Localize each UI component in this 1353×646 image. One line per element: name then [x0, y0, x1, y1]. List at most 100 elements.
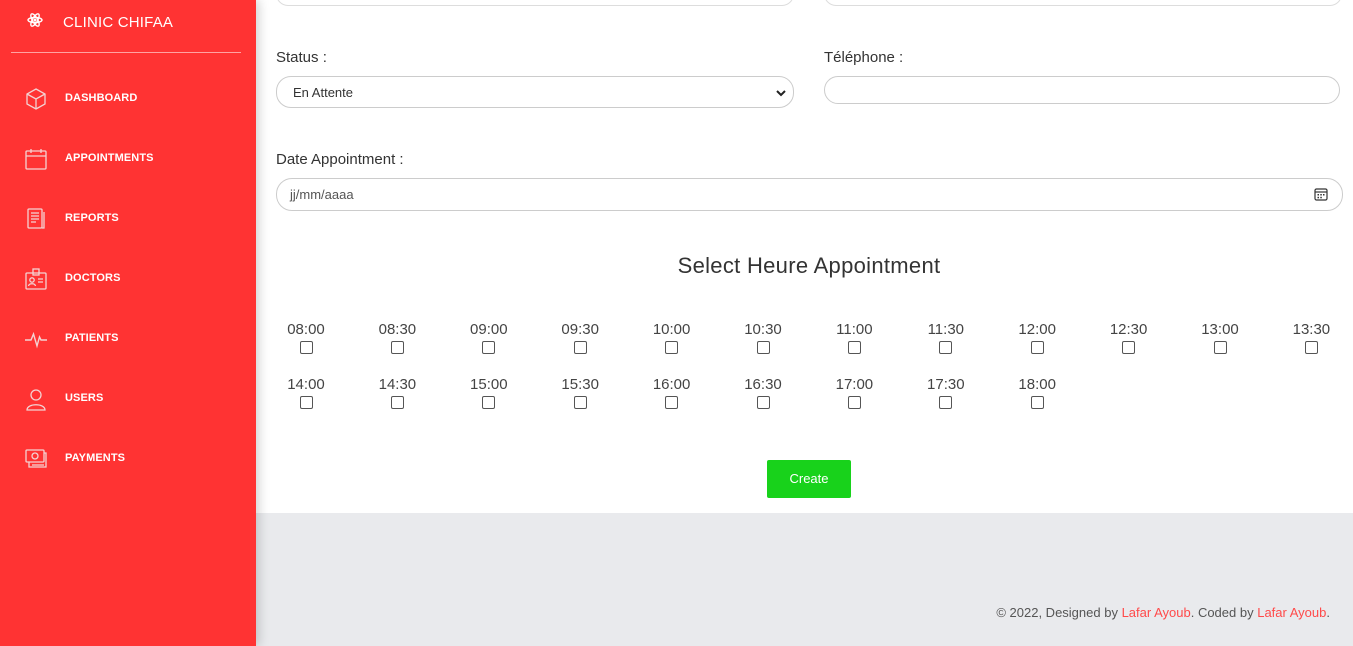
calendar-picker-icon[interactable]: [1314, 187, 1328, 201]
time-slot: 12:30: [1099, 321, 1159, 354]
atom-icon: [27, 12, 43, 28]
time-slot-label: 09:00: [470, 321, 508, 338]
time-slot: 14:30: [367, 376, 427, 409]
time-slot-label: 15:00: [470, 376, 508, 393]
time-slot-label: 17:00: [835, 376, 874, 393]
time-slot-label: 13:30: [1292, 321, 1331, 338]
time-slot-checkbox[interactable]: [390, 341, 404, 354]
coder-link[interactable]: Lafar Ayoub: [1257, 605, 1326, 620]
calendar-icon: [24, 147, 48, 171]
time-slot-label: 08:00: [287, 321, 325, 338]
sidebar-item-label: APPOINTMENTS: [65, 152, 154, 164]
time-slot: 11:00: [824, 321, 884, 354]
user-icon: [24, 387, 48, 411]
date-input[interactable]: jj/mm/aaaa: [276, 178, 1343, 211]
time-slot-checkbox[interactable]: [573, 396, 587, 409]
time-slot-label: 16:30: [744, 376, 782, 393]
footer-suffix: .: [1326, 605, 1330, 620]
time-slot: 16:00: [642, 376, 702, 409]
time-slot-checkbox[interactable]: [756, 341, 770, 354]
time-slot-label: 17:30: [927, 376, 965, 393]
sidebar-item-label: PAYMENTS: [65, 452, 126, 464]
sidebar: CLINIC CHIFAA DASHBOARD APPOINTMENTS REP…: [0, 0, 256, 646]
time-slot-label: 11:30: [927, 321, 965, 338]
time-slot: 18:00: [1007, 376, 1067, 409]
time-slot-checkbox[interactable]: [573, 341, 587, 354]
time-slot-label: 14:30: [378, 376, 417, 393]
time-slot: 09:30: [550, 321, 610, 354]
time-slot-checkbox[interactable]: [482, 396, 496, 409]
footer: © 2022, Designed by Lafar Ayoub. Coded b…: [256, 513, 1353, 646]
time-slot: 13:30: [1281, 321, 1341, 354]
previous-field-left[interactable]: [276, 0, 794, 6]
time-slot-label: 12:00: [1018, 321, 1056, 338]
brand-name: CLINIC CHIFAA: [63, 14, 174, 31]
time-slot-checkbox[interactable]: [1213, 341, 1227, 354]
date-placeholder: jj/mm/aaaa: [290, 187, 354, 202]
time-slot-label: 10:30: [744, 321, 782, 338]
time-slot-checkbox[interactable]: [939, 396, 953, 409]
sidebar-item-appointments[interactable]: APPOINTMENTS: [0, 128, 256, 188]
time-slot-label: 10:00: [652, 321, 691, 338]
time-slot-label: 16:00: [652, 376, 691, 393]
create-button[interactable]: Create: [767, 460, 851, 498]
time-slot-checkbox[interactable]: [665, 396, 679, 409]
sidebar-item-dashboard[interactable]: DASHBOARD: [0, 68, 256, 128]
footer-text: © 2022, Designed by Lafar Ayoub. Coded b…: [996, 605, 1330, 620]
designer-link[interactable]: Lafar Ayoub: [1122, 605, 1191, 620]
footer-prefix: © 2022, Designed by: [996, 605, 1122, 620]
status-select[interactable]: En Attente: [276, 76, 794, 108]
time-slot-checkbox[interactable]: [1122, 341, 1136, 354]
sidebar-item-patients[interactable]: PATIENTS: [0, 308, 256, 368]
time-slot: 12:00: [1007, 321, 1067, 354]
time-slot-label: 08:30: [378, 321, 417, 338]
time-slot-label: 09:30: [561, 321, 599, 338]
time-slot: 15:00: [459, 376, 519, 409]
sidebar-item-users[interactable]: USERS: [0, 368, 256, 428]
document-icon: [24, 207, 48, 231]
phone-field[interactable]: [824, 76, 1340, 104]
phone-label: Téléphone :: [824, 49, 904, 66]
cube-icon: [24, 87, 48, 111]
time-slot-checkbox[interactable]: [299, 341, 313, 354]
sidebar-item-payments[interactable]: PAYMENTS: [0, 428, 256, 488]
time-slot: 08:00: [276, 321, 336, 354]
time-slot-checkbox[interactable]: [1304, 341, 1318, 354]
appointment-form: Status : En Attente Téléphone : Date App…: [256, 0, 1353, 513]
sidebar-item-label: DASHBOARD: [65, 92, 138, 104]
time-slot: 17:00: [824, 376, 884, 409]
date-label: Date Appointment :: [276, 151, 404, 168]
main-content: Status : En Attente Téléphone : Date App…: [256, 0, 1353, 646]
time-slot-label: 12:30: [1109, 321, 1148, 338]
time-slot-checkbox[interactable]: [665, 341, 679, 354]
time-slot-checkbox[interactable]: [939, 341, 953, 354]
time-slot-checkbox[interactable]: [390, 396, 404, 409]
sidebar-item-label: USERS: [65, 392, 104, 404]
time-slot: 13:00: [1190, 321, 1250, 354]
sidebar-item-label: REPORTS: [65, 212, 119, 224]
time-slot-checkbox[interactable]: [1030, 396, 1044, 409]
brand-divider: [11, 52, 241, 53]
time-slot-label: 15:30: [561, 376, 599, 393]
brand[interactable]: CLINIC CHIFAA: [0, 0, 256, 52]
hours-title: Select Heure Appointment: [677, 253, 941, 278]
time-slot: 08:30: [367, 321, 427, 354]
time-slot-checkbox[interactable]: [482, 341, 496, 354]
time-slot-checkbox[interactable]: [1030, 341, 1044, 354]
footer-middle: . Coded by: [1190, 605, 1258, 620]
status-label: Status :: [276, 49, 327, 66]
time-slot: 17:30: [916, 376, 976, 409]
previous-field-right[interactable]: [824, 0, 1342, 6]
time-slot-checkbox[interactable]: [847, 396, 861, 409]
time-slot-checkbox[interactable]: [847, 341, 861, 354]
time-slot-checkbox[interactable]: [756, 396, 770, 409]
time-slot-checkbox[interactable]: [299, 396, 313, 409]
sidebar-item-doctors[interactable]: DOCTORS: [0, 248, 256, 308]
sidebar-item-reports[interactable]: REPORTS: [0, 188, 256, 248]
sidebar-item-label: PATIENTS: [65, 332, 119, 344]
time-slot: 15:30: [550, 376, 610, 409]
time-slot: 11:30: [916, 321, 976, 354]
status-select-value: En Attente: [293, 85, 353, 100]
time-slot: 16:30: [733, 376, 793, 409]
time-slot-label: 18:00: [1018, 376, 1056, 393]
